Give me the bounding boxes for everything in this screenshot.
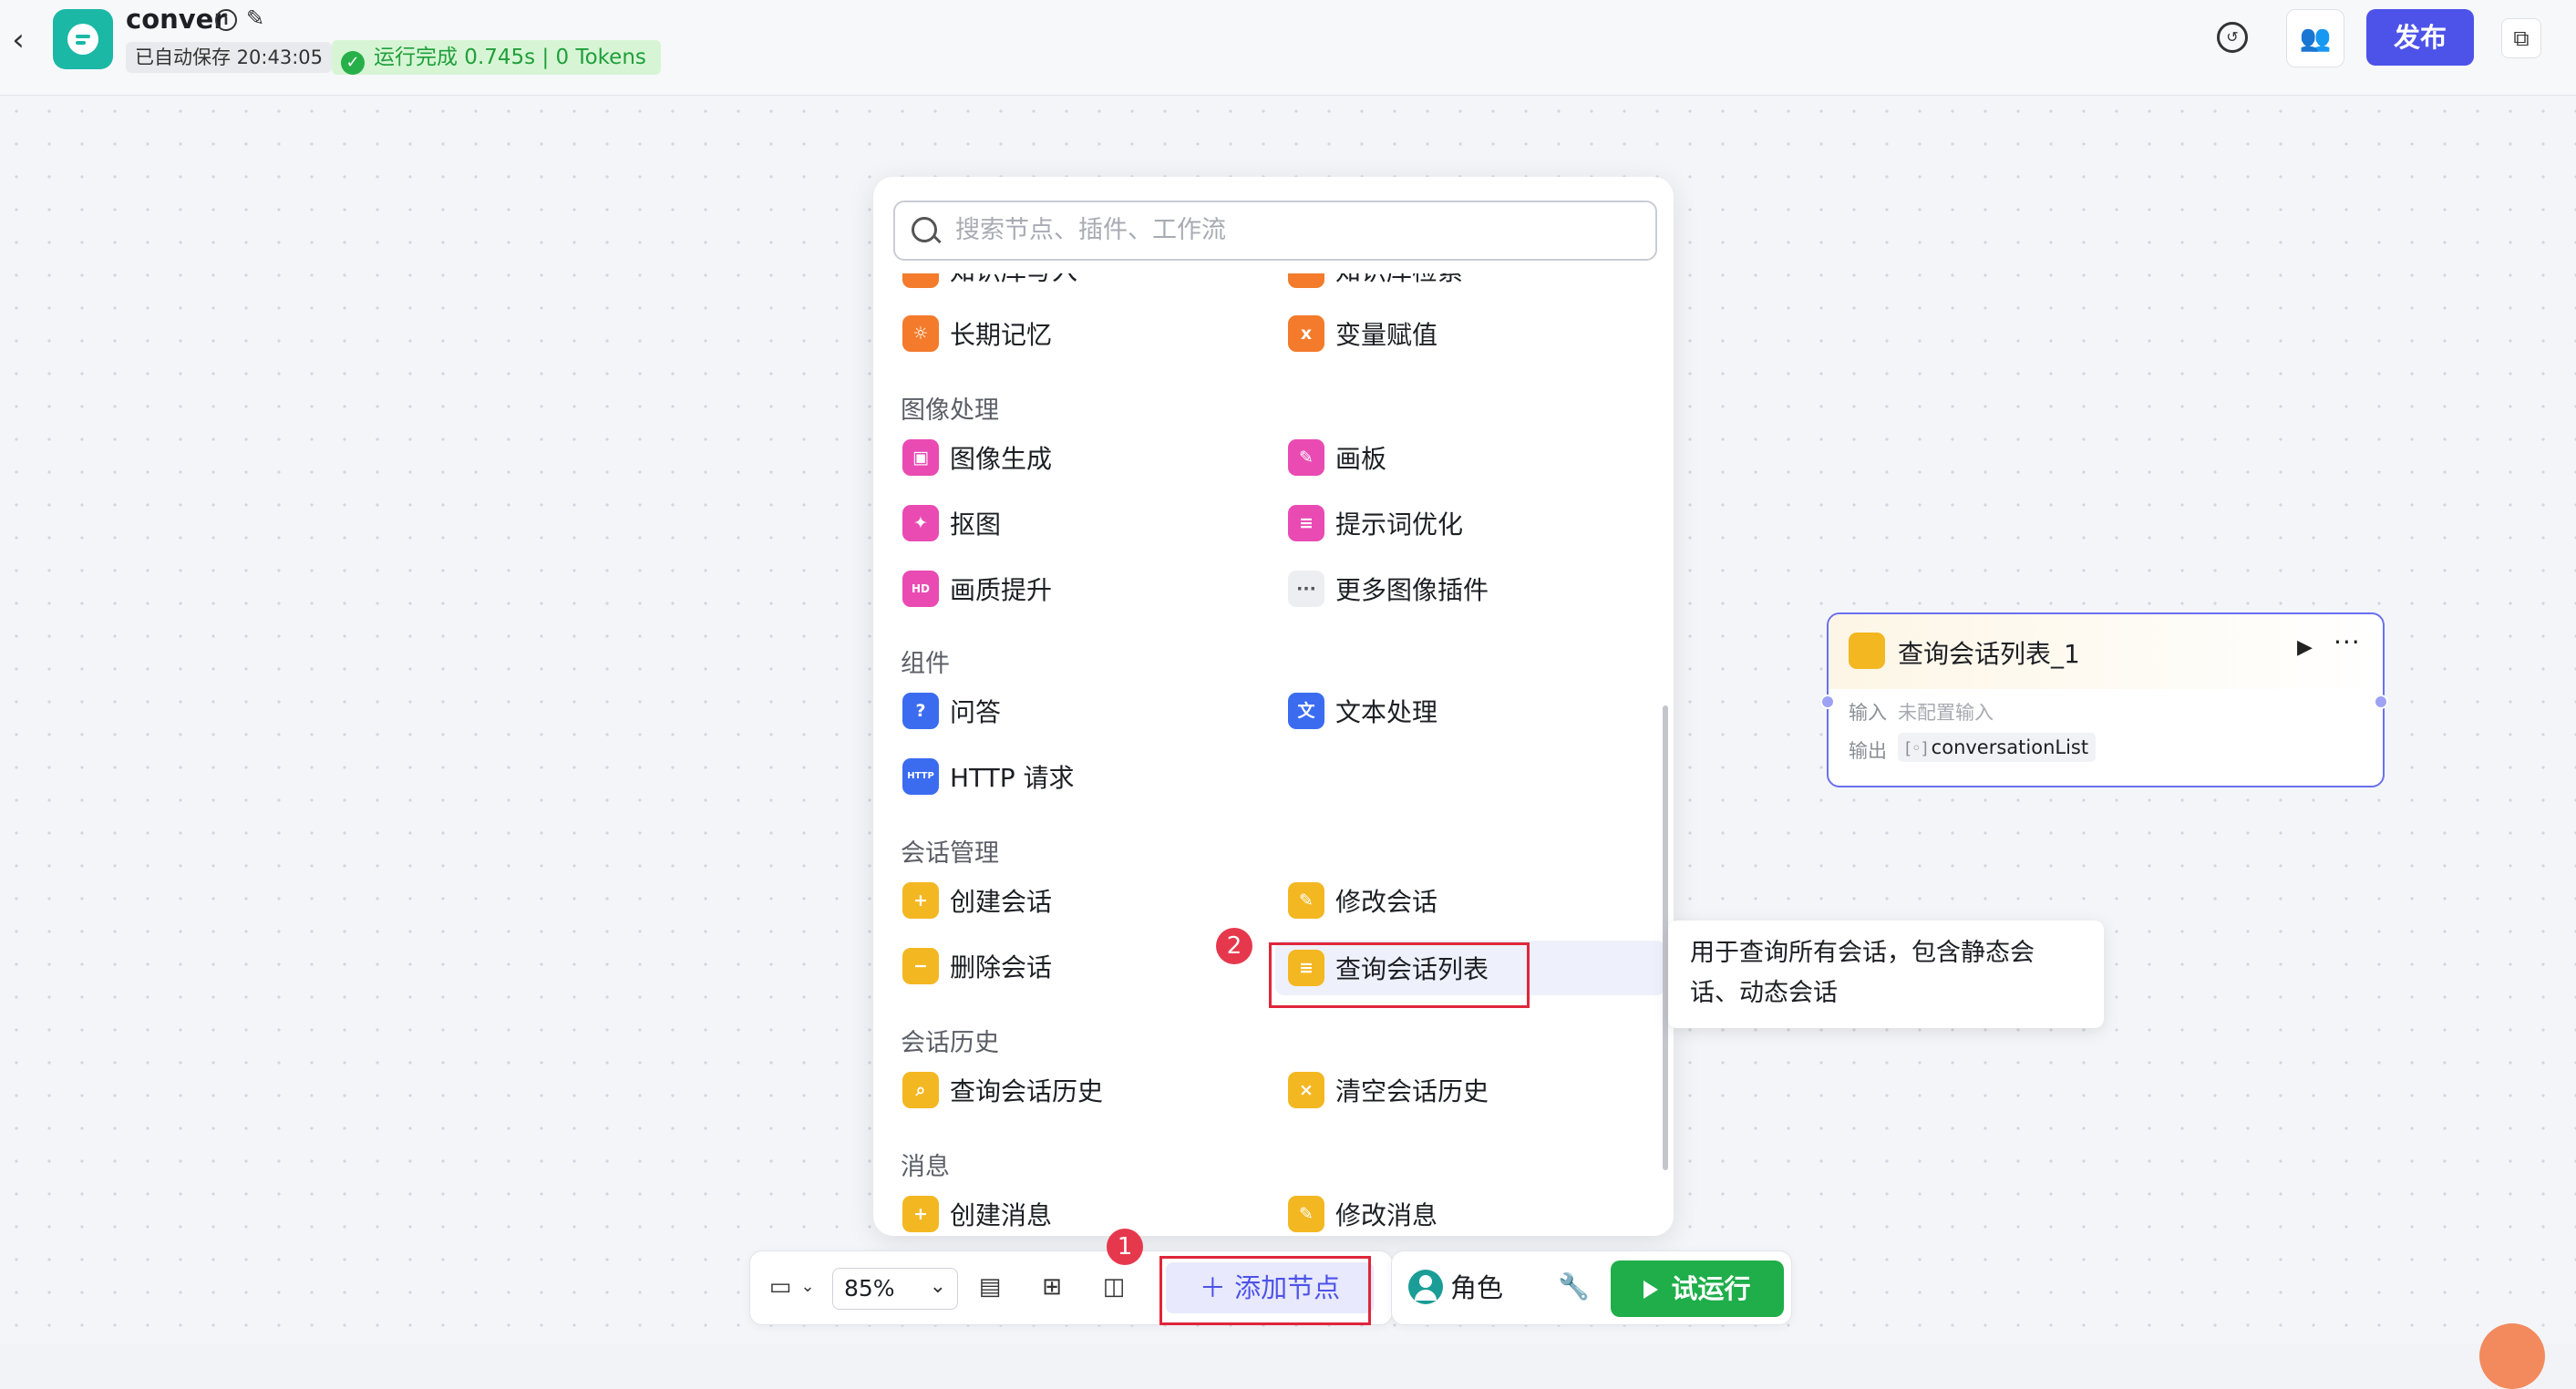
knowledge-icon [902,273,939,288]
app-logo [53,9,113,69]
create-conversation-icon: + [902,882,939,919]
list-item-edit-message[interactable]: ✎ 修改消息 [1288,1190,1437,1236]
section-conversation-history: 会话历史 [901,1029,999,1057]
create-message-icon: + [902,1196,939,1232]
chevron-down-icon: ⌄ [929,1275,946,1298]
edit-conversation-icon: ✎ [1288,882,1324,919]
delete-conversation-icon: − [902,948,939,984]
node-picker-panel: 搜索节点、插件、工作流 知识库写入 知识库检索 ☼长期记忆 x变量赋值 图像处理… [873,177,1674,1236]
role-button[interactable]: 角色 [1408,1264,1503,1312]
list-item-clear-conversation-history[interactable]: × 清空会话历史 [1288,1066,1489,1114]
http-icon: HTTP [902,758,939,795]
list-item-long-term-memory[interactable]: ☼ 长期记忆 [902,310,1052,357]
run-toolbar: 角色 🔧 试运行 [1391,1250,1792,1325]
edit-message-icon: ✎ [1288,1196,1324,1232]
interaction-mode-icon[interactable]: ▭ [765,1271,796,1302]
node-title: 查询会话列表_1 [1898,639,2080,669]
canvas-icon: ✎ [1288,439,1324,476]
variable-icon: x [1288,315,1324,352]
node-input-port[interactable] [1820,694,1835,709]
list-item-edit-conversation[interactable]: ✎ 修改会话 [1288,877,1437,924]
list-item-image-generate[interactable]: ▣ 图像生成 [902,434,1052,481]
output-variable-name: conversationList [1931,736,2089,758]
wrench-icon[interactable]: 🔧 [1558,1271,1590,1302]
list-item-more-image-plugins[interactable]: ··· 更多图像插件 [1288,565,1489,612]
play-icon [1643,1281,1659,1299]
list-item-prompt-optimize[interactable]: ≡ 提示词优化 [1288,499,1463,547]
section-conversation-management: 会话管理 [901,839,999,868]
highlight-box-query-list [1269,942,1530,1008]
history-icon[interactable]: ↺ [2217,22,2248,53]
node-list: 知识库写入 知识库检索 ☼长期记忆 x变量赋值 图像处理 ▣图像生成 ✎画板 ✦… [873,273,1674,1236]
collaborators-button[interactable]: 👥 [2286,9,2344,67]
list-item-canvas-board[interactable]: ✎ 画板 [1288,434,1386,481]
list-item-http-request[interactable]: HTTP HTTP 请求 [902,753,1075,800]
search-icon [912,217,937,242]
output-label: 输出 [1849,740,1887,762]
memory-icon: ☼ [902,315,939,352]
section-image-processing: 图像处理 [901,396,999,425]
list-item-create-conversation[interactable]: + 创建会话 [902,877,1052,924]
run-status-badge: ✓ 运行完成 0.745s | 0 Tokens [332,40,661,75]
section-message: 消息 [901,1153,950,1181]
search-input[interactable]: 搜索节点、插件、工作流 [893,201,1657,261]
avatar [1408,1270,1443,1304]
knowledge-icon [1288,273,1324,288]
question-icon: ? [902,693,939,729]
input-label: 输入 [1849,702,1887,724]
list-item-query-conversation-history[interactable]: ⌕ 查询会话历史 [902,1066,1103,1114]
search-placeholder: 搜索节点、插件、工作流 [955,216,1226,244]
input-value: 未配置输入 [1898,702,1994,724]
node-description-tooltip: 用于查询所有会话，包含静态会话、动态会话 [1668,921,2104,1028]
app-title: conver [126,4,227,35]
list-item-knowledge-write[interactable]: 知识库写入 [902,273,1077,293]
comment-icon[interactable]: ▤ [974,1271,1005,1302]
panel-toggle-icon[interactable]: ⧉ [2501,18,2541,58]
list-item-create-message[interactable]: + 创建消息 [902,1190,1052,1236]
list-item-variable-assign[interactable]: x 变量赋值 [1288,310,1437,357]
highlight-box-add-node [1159,1256,1371,1325]
minimap-icon[interactable]: ◫ [1098,1271,1129,1302]
list-item-delete-conversation[interactable]: − 删除会话 [902,942,1052,990]
array-type-icon: [◦] [1905,739,1928,758]
zoom-select[interactable]: 85% ⌄ [832,1268,958,1310]
top-bar: ‹ conver i ✎ 已自动保存 20:43:05 ✓ 运行完成 0.745s… [0,0,2576,96]
list-item-text-processing[interactable]: 文文本处理 [1288,687,1437,735]
assistant-float-button[interactable] [2479,1323,2545,1389]
list-item-cutout[interactable]: ✦ 抠图 [902,499,1001,547]
list-item-qa[interactable]: ? 问答 [902,687,1001,735]
auto-layout-icon[interactable]: ⊞ [1036,1271,1067,1302]
zoom-value: 85% [844,1275,895,1302]
back-icon[interactable]: ‹ [5,22,31,58]
tooltip-text: 用于查询所有会话，包含静态会话、动态会话 [1690,939,2035,1007]
query-conversation-list-icon [1849,633,1885,669]
list-item-quality-enhance[interactable]: HD 画质提升 [902,565,1052,612]
test-run-button[interactable]: 试运行 [1611,1260,1784,1317]
output-variable-tag: [◦] conversationList [1898,733,2097,762]
chevron-down-icon[interactable]: ⌄ [792,1271,823,1302]
prompt-optimize-icon: ≡ [1288,505,1324,541]
cutout-icon: ✦ [902,505,939,541]
hd-icon: HD [902,571,939,607]
node-query-conversation-list[interactable]: 查询会话列表_1 ▶ ··· 输入 未配置输入 输出 [◦] conversati… [1827,612,2385,787]
text-processing-icon: 文 [1288,693,1324,729]
info-icon[interactable]: i [215,9,237,31]
node-output-port[interactable] [2374,694,2388,709]
step-badge-1: 1 [1107,1229,1143,1265]
check-icon: ✓ [341,51,365,75]
publish-button[interactable]: 发布 [2366,9,2474,66]
run-status-text: 运行完成 0.745s | 0 Tokens [374,46,646,69]
play-icon[interactable]: ▶ [2297,636,2313,659]
image-generate-icon: ▣ [902,439,939,476]
list-item-knowledge-retrieve[interactable]: 知识库检索 [1288,273,1463,293]
autosave-status: 已自动保存 20:43:05 [126,42,332,73]
step-badge-2: 2 [1216,928,1252,964]
edit-icon[interactable]: ✎ [246,7,268,29]
query-history-icon: ⌕ [902,1072,939,1108]
more-icon: ··· [1288,571,1324,607]
more-icon[interactable]: ··· [2334,627,2361,657]
section-components: 组件 [901,650,950,678]
clear-history-icon: × [1288,1072,1324,1108]
